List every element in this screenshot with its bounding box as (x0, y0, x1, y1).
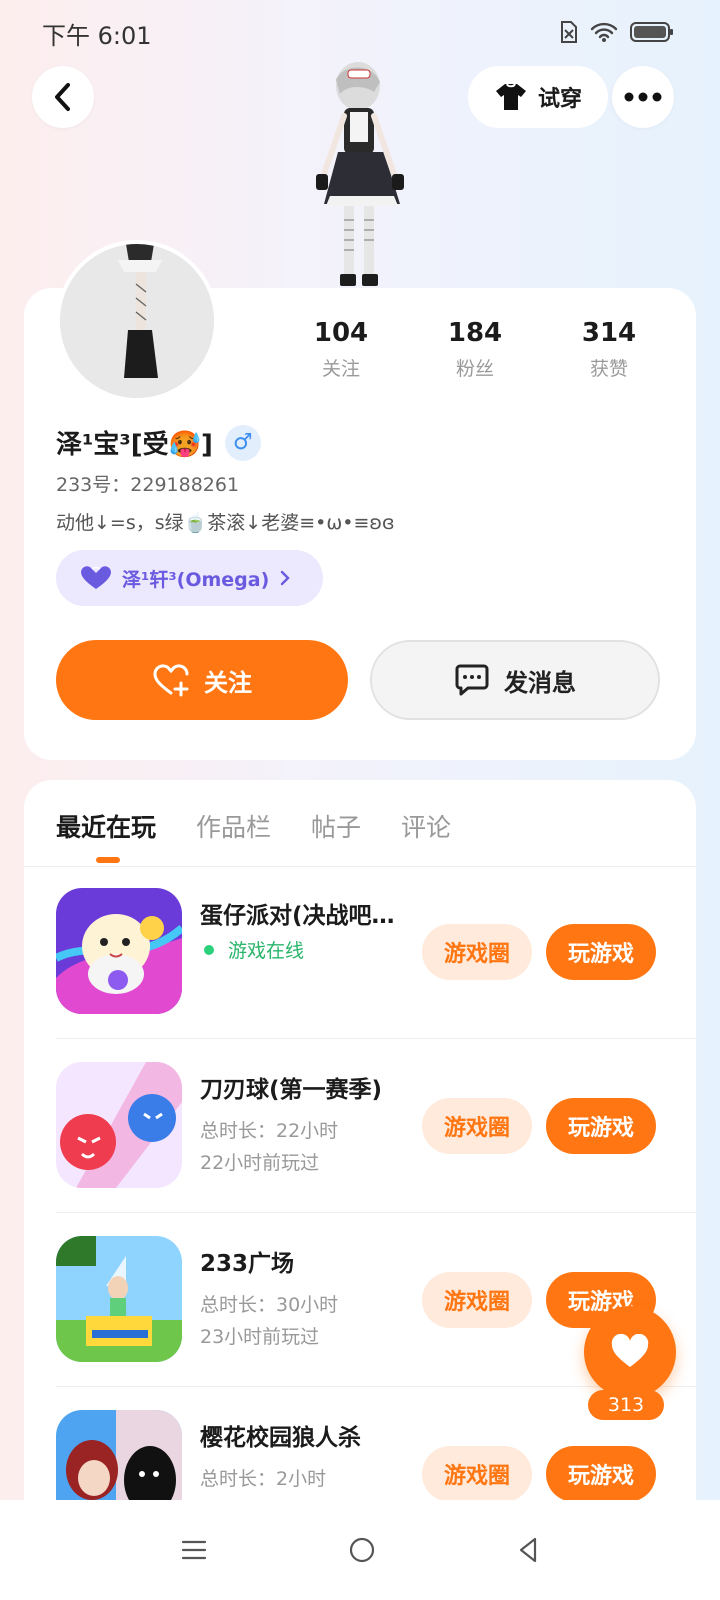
game-duration: 总时长：30小时 (200, 1294, 339, 1316)
game-title: 233广场 (200, 1251, 295, 1277)
chevron-right-icon (281, 570, 290, 586)
online-status-label: 游戏在线 (228, 940, 305, 962)
menu-icon[interactable] (180, 1539, 208, 1561)
partner-name: 泽¹轩³(Omega) (122, 568, 270, 591)
username-row: 泽¹宝³[受🥵] ♂ (56, 424, 261, 461)
stat-likes-value: 314 (581, 318, 637, 348)
more-dots-icon (624, 92, 662, 102)
message-button[interactable]: 发消息 (370, 640, 660, 720)
back-nav-icon[interactable] (516, 1536, 540, 1564)
heart-icon (611, 1334, 649, 1367)
stat-likes-label: 获赞 (589, 358, 628, 380)
avatar-image (60, 244, 214, 398)
game-circle-button[interactable]: 游戏圈 (422, 1446, 532, 1502)
stat-following-value: 104 (313, 318, 369, 348)
stat-followers-label: 粉丝 (455, 358, 494, 380)
more-button[interactable] (612, 66, 674, 128)
stat-likes[interactable]: 314 获赞 (554, 318, 664, 381)
tshirt-icon (495, 83, 526, 110)
back-button[interactable] (32, 66, 94, 128)
play-game-button[interactable]: 玩游戏 (546, 1098, 656, 1154)
profile-tabs: 最近在玩 作品栏 帖子 评论 (56, 808, 451, 844)
play-game-button[interactable]: 玩游戏 (546, 924, 656, 980)
game-duration: 总时长：2小时 (200, 1468, 327, 1490)
game-duration: 总时长：22小时 (200, 1120, 339, 1142)
play-game-button[interactable]: 玩游戏 (546, 1446, 656, 1502)
message-label: 发消息 (504, 668, 576, 697)
wifi-icon (590, 22, 618, 42)
stat-following[interactable]: 104 关注 (286, 318, 396, 381)
battery-icon (630, 22, 673, 42)
like-count-badge: 313 (588, 1390, 664, 1420)
tab-comments[interactable]: 评论 (401, 808, 451, 844)
game-icon-233-plaza[interactable] (56, 1236, 182, 1362)
game-row[interactable]: 刀刃球(第一赛季) 总时长：22小时 22小时前玩过 游戏圈 玩游戏 (56, 1062, 696, 1236)
partner-pill[interactable]: 泽¹轩³(Omega) (56, 550, 324, 606)
game-title: 樱花校园狼人杀 (200, 1425, 361, 1451)
tab-works[interactable]: 作品栏 (196, 808, 271, 844)
try-on-label: 试穿 (537, 87, 582, 112)
row-divider (56, 1212, 696, 1213)
status-icons (558, 20, 674, 44)
try-on-button[interactable]: 试穿 (468, 66, 608, 128)
user-id: 233号：229188261 (56, 474, 240, 496)
game-last-played: 23小时前玩过 (200, 1326, 320, 1348)
heart-add-icon (153, 664, 189, 697)
tab-indicator (96, 857, 120, 863)
game-circle-button[interactable]: 游戏圈 (422, 924, 532, 980)
heart-icon (81, 566, 111, 589)
tab-posts[interactable]: 帖子 (311, 808, 361, 844)
game-last-played: 22小时前玩过 (200, 1152, 320, 1174)
follow-label: 关注 (204, 668, 252, 697)
no-sim-icon (561, 21, 577, 43)
back-arrow-icon (55, 83, 70, 111)
game-row[interactable]: 蛋仔派对(决战吧… 游戏在线 游戏圈 玩游戏 (56, 888, 696, 1062)
gender-male-icon: ♂ (224, 424, 261, 461)
chat-bubble-icon (455, 664, 489, 696)
game-circle-button[interactable]: 游戏圈 (422, 1272, 532, 1328)
stat-followers[interactable]: 184 粉丝 (420, 318, 530, 381)
system-nav-bar (0, 1500, 720, 1600)
tab-divider (24, 866, 696, 867)
like-fab-button[interactable] (584, 1306, 676, 1398)
game-icon-blade-ball[interactable] (56, 1062, 182, 1188)
game-circle-button[interactable]: 游戏圈 (422, 1098, 532, 1154)
game-title: 刀刃球(第一赛季) (200, 1077, 383, 1103)
stat-followers-value: 184 (447, 318, 503, 348)
row-divider (56, 1038, 696, 1039)
online-status: 游戏在线 (200, 936, 304, 963)
tab-recent-play[interactable]: 最近在玩 (56, 808, 156, 844)
avatar[interactable] (56, 240, 218, 402)
follow-button[interactable]: 关注 (56, 640, 348, 720)
stat-following-label: 关注 (321, 358, 360, 380)
status-time: 下午 6:01 (42, 22, 152, 50)
username: 泽¹宝³[受🥵] (56, 430, 213, 460)
user-bio: 动他↓=s，s绿🍵茶滚↓老婆≡•ω•≡ʚɞ (56, 512, 395, 534)
avatar-figure[interactable] (292, 60, 428, 290)
game-icon-eggy-party[interactable] (56, 888, 182, 1014)
game-title: 蛋仔派对(决战吧… (200, 903, 395, 929)
online-dot-icon (204, 944, 214, 955)
home-icon[interactable] (348, 1536, 376, 1564)
